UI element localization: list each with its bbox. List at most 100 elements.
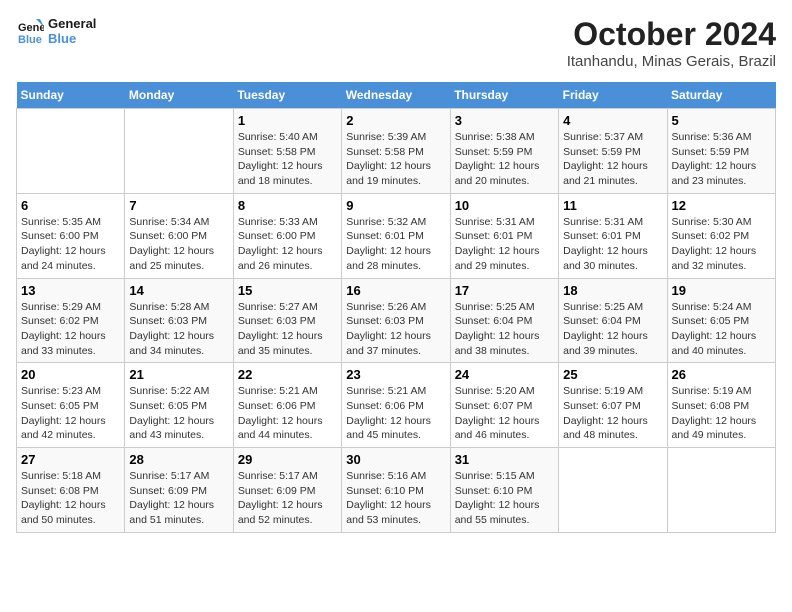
day-info: Sunrise: 5:17 AM Sunset: 6:09 PM Dayligh… [238,469,337,528]
calendar-cell: 14 Sunrise: 5:28 AM Sunset: 6:03 PM Dayl… [125,278,233,363]
day-info: Sunrise: 5:27 AM Sunset: 6:03 PM Dayligh… [238,300,337,359]
weekday-header: Thursday [450,82,558,109]
calendar-cell: 15 Sunrise: 5:27 AM Sunset: 6:03 PM Dayl… [233,278,341,363]
day-number: 16 [346,283,445,298]
day-info: Sunrise: 5:23 AM Sunset: 6:05 PM Dayligh… [21,384,120,443]
day-info: Sunrise: 5:32 AM Sunset: 6:01 PM Dayligh… [346,215,445,274]
day-number: 20 [21,367,120,382]
calendar-week-row: 1 Sunrise: 5:40 AM Sunset: 5:58 PM Dayli… [17,109,776,194]
weekday-header: Wednesday [342,82,450,109]
page-header: General Blue General Blue October 2024 I… [16,16,776,70]
weekday-header: Monday [125,82,233,109]
day-number: 17 [455,283,554,298]
calendar-cell: 28 Sunrise: 5:17 AM Sunset: 6:09 PM Dayl… [125,448,233,533]
day-info: Sunrise: 5:28 AM Sunset: 6:03 PM Dayligh… [129,300,228,359]
day-number: 3 [455,113,554,128]
day-info: Sunrise: 5:36 AM Sunset: 5:59 PM Dayligh… [672,130,771,189]
calendar-cell: 13 Sunrise: 5:29 AM Sunset: 6:02 PM Dayl… [17,278,125,363]
calendar-cell: 4 Sunrise: 5:37 AM Sunset: 5:59 PM Dayli… [559,109,667,194]
day-number: 25 [563,367,662,382]
day-number: 15 [238,283,337,298]
day-info: Sunrise: 5:16 AM Sunset: 6:10 PM Dayligh… [346,469,445,528]
calendar-cell: 27 Sunrise: 5:18 AM Sunset: 6:08 PM Dayl… [17,448,125,533]
calendar-cell: 3 Sunrise: 5:38 AM Sunset: 5:59 PM Dayli… [450,109,558,194]
day-info: Sunrise: 5:25 AM Sunset: 6:04 PM Dayligh… [563,300,662,359]
day-info: Sunrise: 5:20 AM Sunset: 6:07 PM Dayligh… [455,384,554,443]
calendar-cell: 24 Sunrise: 5:20 AM Sunset: 6:07 PM Dayl… [450,363,558,448]
calendar-cell [17,109,125,194]
calendar-cell: 31 Sunrise: 5:15 AM Sunset: 6:10 PM Dayl… [450,448,558,533]
day-number: 18 [563,283,662,298]
calendar-cell: 7 Sunrise: 5:34 AM Sunset: 6:00 PM Dayli… [125,193,233,278]
day-number: 29 [238,452,337,467]
day-info: Sunrise: 5:19 AM Sunset: 6:07 PM Dayligh… [563,384,662,443]
calendar-week-row: 20 Sunrise: 5:23 AM Sunset: 6:05 PM Dayl… [17,363,776,448]
weekday-header: Tuesday [233,82,341,109]
calendar-cell: 18 Sunrise: 5:25 AM Sunset: 6:04 PM Dayl… [559,278,667,363]
day-number: 22 [238,367,337,382]
calendar-cell: 8 Sunrise: 5:33 AM Sunset: 6:00 PM Dayli… [233,193,341,278]
calendar-cell: 23 Sunrise: 5:21 AM Sunset: 6:06 PM Dayl… [342,363,450,448]
calendar-cell: 1 Sunrise: 5:40 AM Sunset: 5:58 PM Dayli… [233,109,341,194]
day-info: Sunrise: 5:31 AM Sunset: 6:01 PM Dayligh… [563,215,662,274]
day-info: Sunrise: 5:31 AM Sunset: 6:01 PM Dayligh… [455,215,554,274]
day-info: Sunrise: 5:37 AM Sunset: 5:59 PM Dayligh… [563,130,662,189]
day-number: 1 [238,113,337,128]
calendar-body: 1 Sunrise: 5:40 AM Sunset: 5:58 PM Dayli… [17,109,776,533]
calendar-header: SundayMondayTuesdayWednesdayThursdayFrid… [17,82,776,109]
day-info: Sunrise: 5:26 AM Sunset: 6:03 PM Dayligh… [346,300,445,359]
day-number: 4 [563,113,662,128]
day-info: Sunrise: 5:38 AM Sunset: 5:59 PM Dayligh… [455,130,554,189]
day-info: Sunrise: 5:39 AM Sunset: 5:58 PM Dayligh… [346,130,445,189]
logo-icon: General Blue [16,17,44,45]
calendar-cell: 21 Sunrise: 5:22 AM Sunset: 6:05 PM Dayl… [125,363,233,448]
calendar-week-row: 13 Sunrise: 5:29 AM Sunset: 6:02 PM Dayl… [17,278,776,363]
day-info: Sunrise: 5:35 AM Sunset: 6:00 PM Dayligh… [21,215,120,274]
day-number: 30 [346,452,445,467]
calendar-cell: 22 Sunrise: 5:21 AM Sunset: 6:06 PM Dayl… [233,363,341,448]
calendar-cell: 26 Sunrise: 5:19 AM Sunset: 6:08 PM Dayl… [667,363,775,448]
calendar-cell: 10 Sunrise: 5:31 AM Sunset: 6:01 PM Dayl… [450,193,558,278]
day-number: 12 [672,198,771,213]
day-info: Sunrise: 5:30 AM Sunset: 6:02 PM Dayligh… [672,215,771,274]
day-info: Sunrise: 5:34 AM Sunset: 6:00 PM Dayligh… [129,215,228,274]
calendar-cell: 17 Sunrise: 5:25 AM Sunset: 6:04 PM Dayl… [450,278,558,363]
calendar-cell: 30 Sunrise: 5:16 AM Sunset: 6:10 PM Dayl… [342,448,450,533]
calendar-cell [559,448,667,533]
calendar-cell: 16 Sunrise: 5:26 AM Sunset: 6:03 PM Dayl… [342,278,450,363]
title-block: October 2024 Itanhandu, Minas Gerais, Br… [567,16,776,70]
calendar-cell: 9 Sunrise: 5:32 AM Sunset: 6:01 PM Dayli… [342,193,450,278]
day-info: Sunrise: 5:17 AM Sunset: 6:09 PM Dayligh… [129,469,228,528]
day-info: Sunrise: 5:21 AM Sunset: 6:06 PM Dayligh… [238,384,337,443]
day-number: 31 [455,452,554,467]
logo-line2: Blue [48,31,96,46]
calendar-cell: 20 Sunrise: 5:23 AM Sunset: 6:05 PM Dayl… [17,363,125,448]
day-number: 23 [346,367,445,382]
day-info: Sunrise: 5:40 AM Sunset: 5:58 PM Dayligh… [238,130,337,189]
calendar-week-row: 27 Sunrise: 5:18 AM Sunset: 6:08 PM Dayl… [17,448,776,533]
calendar-cell [125,109,233,194]
day-info: Sunrise: 5:21 AM Sunset: 6:06 PM Dayligh… [346,384,445,443]
day-number: 6 [21,198,120,213]
day-info: Sunrise: 5:25 AM Sunset: 6:04 PM Dayligh… [455,300,554,359]
day-info: Sunrise: 5:29 AM Sunset: 6:02 PM Dayligh… [21,300,120,359]
day-number: 21 [129,367,228,382]
calendar-cell: 11 Sunrise: 5:31 AM Sunset: 6:01 PM Dayl… [559,193,667,278]
calendar-cell: 2 Sunrise: 5:39 AM Sunset: 5:58 PM Dayli… [342,109,450,194]
day-number: 8 [238,198,337,213]
logo: General Blue General Blue [16,16,96,46]
day-info: Sunrise: 5:33 AM Sunset: 6:00 PM Dayligh… [238,215,337,274]
day-number: 2 [346,113,445,128]
day-number: 19 [672,283,771,298]
day-number: 13 [21,283,120,298]
weekday-header: Sunday [17,82,125,109]
location-title: Itanhandu, Minas Gerais, Brazil [567,53,776,70]
weekday-header: Saturday [667,82,775,109]
day-number: 5 [672,113,771,128]
svg-text:General: General [18,22,44,34]
day-info: Sunrise: 5:19 AM Sunset: 6:08 PM Dayligh… [672,384,771,443]
weekday-header-row: SundayMondayTuesdayWednesdayThursdayFrid… [17,82,776,109]
calendar-cell: 6 Sunrise: 5:35 AM Sunset: 6:00 PM Dayli… [17,193,125,278]
day-info: Sunrise: 5:18 AM Sunset: 6:08 PM Dayligh… [21,469,120,528]
calendar-table: SundayMondayTuesdayWednesdayThursdayFrid… [16,82,776,533]
